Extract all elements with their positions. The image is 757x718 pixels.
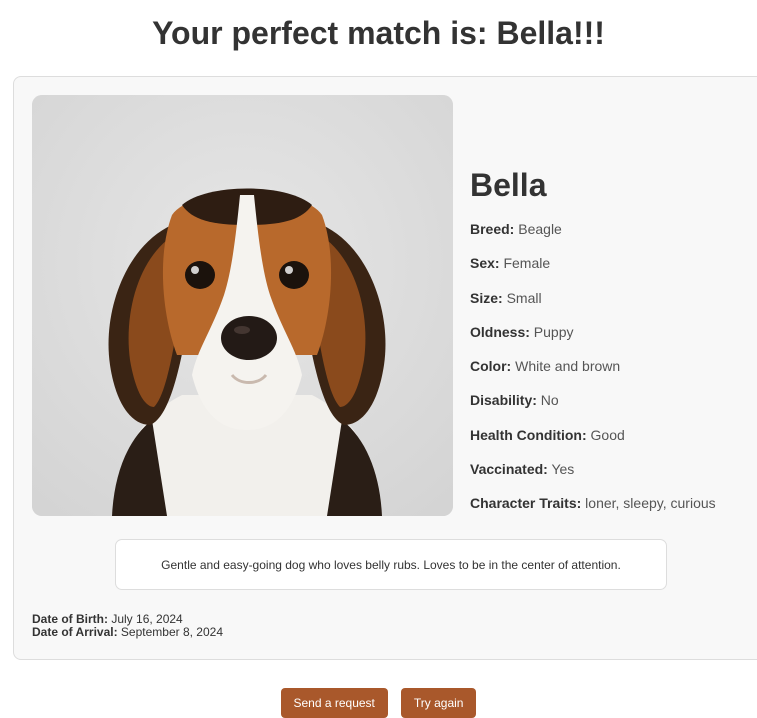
send-request-button[interactable]: Send a request: [280, 688, 388, 718]
beagle-puppy-icon: [32, 95, 453, 516]
pet-info: Bella Breed: Beagle Sex: Female Size: Sm…: [470, 165, 757, 530]
attr-disability: Disability: No: [470, 392, 559, 409]
attr-color: Color: White and brown: [470, 358, 621, 375]
attr-size: Size: Small: [470, 289, 542, 306]
pet-name: Bella: [470, 167, 547, 203]
match-result-page: Your perfect match is: Bella!!! Bella Br…: [0, 0, 757, 718]
attr-oldness: Oldness: Puppy: [470, 323, 574, 340]
pet-photo: [32, 95, 453, 516]
pet-description: Gentle and easy-going dog who loves bell…: [115, 539, 667, 590]
pet-card: Bella Breed: Beagle Sex: Female Size: Sm…: [13, 76, 757, 660]
action-buttons: Send a request Try again: [0, 688, 757, 718]
attr-vaccinated: Vaccinated: Yes: [470, 461, 575, 478]
pet-dates: Date of Birth: July 16, 2024 Date of Arr…: [32, 613, 223, 639]
attr-health-condition: Health Condition: Good: [470, 426, 625, 443]
attr-breed: Breed: Beagle: [470, 221, 562, 237]
date-of-arrival: Date of Arrival: September 8, 2024: [32, 625, 223, 639]
try-again-button[interactable]: Try again: [400, 688, 477, 718]
page-title: Your perfect match is: Bella!!!: [152, 15, 605, 51]
attr-character-traits: Character Traits: loner, sleepy, curious: [470, 495, 716, 512]
attr-sex: Sex: Female: [470, 255, 551, 272]
